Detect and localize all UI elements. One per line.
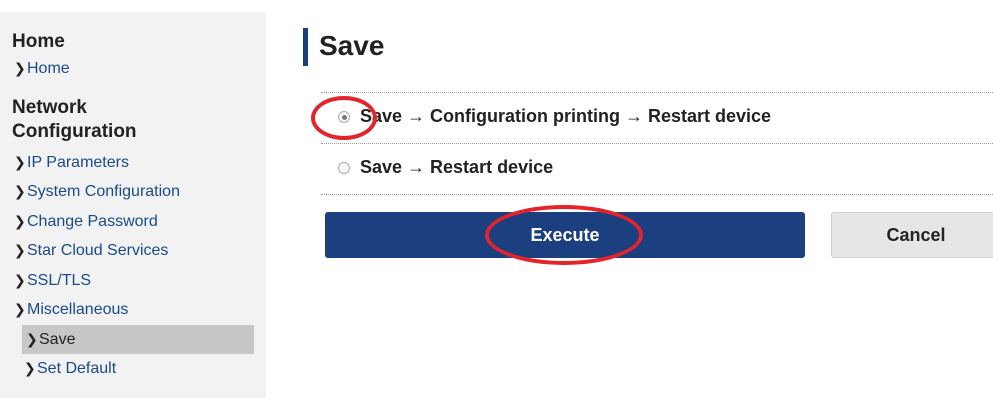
sidebar-item-ssl-tls[interactable]: ❯SSL/TLS — [12, 266, 250, 296]
radio-button-checked[interactable] — [338, 111, 350, 123]
sidebar-item-label: Set Default — [37, 360, 117, 377]
chevron-right-icon: ❯ — [14, 183, 26, 199]
chevron-right-icon: ❯ — [14, 271, 26, 288]
chevron-right-icon: ❯ — [14, 212, 26, 229]
nav-heading-network-configuration: Network Configuration — [12, 96, 137, 142]
chevron-right-icon: ❯ — [24, 360, 36, 376]
sidebar-item-set-default[interactable]: ❯Set Default — [22, 354, 250, 384]
page-title: Save — [319, 30, 385, 61]
sidebar-item-save[interactable]: ❯Save — [22, 324, 254, 354]
sidebar-item-label: Change Password — [27, 212, 158, 230]
sidebar-item-label: IP Parameters — [27, 153, 129, 171]
execute-button[interactable]: Execute — [325, 212, 805, 258]
sidebar-item-system-configuration[interactable]: ❯System Configuration — [12, 177, 250, 207]
sidebar-item-label: Miscellaneous — [27, 301, 129, 318]
chevron-right-icon: ❯ — [26, 330, 38, 347]
divider — [321, 92, 993, 93]
sidebar-item-home[interactable]: ❯Home — [12, 54, 250, 84]
sidebar-item-label: System Configuration — [27, 183, 180, 200]
radio-button-unchecked[interactable] — [338, 162, 350, 174]
sidebar-item-label: Home — [27, 60, 70, 77]
page: Home ❯Home Network Configuration ❯IP Par… — [0, 0, 993, 398]
sidebar-item-label: Save — [39, 330, 76, 348]
radio-option-label: Save → Configuration printing → Restart … — [360, 106, 772, 126]
sidebar-item-label: Star Cloud Services — [27, 242, 169, 259]
nav-heading-home: Home — [12, 31, 65, 52]
chevron-right-icon: ❯ — [14, 153, 26, 170]
divider — [321, 143, 993, 144]
radio-option-save-restart[interactable]: Save → Restart device — [338, 157, 553, 178]
radio-option-save-print-restart[interactable]: Save → Configuration printing → Restart … — [338, 106, 771, 127]
chevron-right-icon: ❯ — [14, 301, 26, 317]
sidebar-item-label: SSL/TLS — [27, 271, 92, 289]
chevron-right-icon: ❯ — [14, 60, 26, 76]
chevron-right-icon: ❯ — [14, 242, 26, 258]
sidebar-item-miscellaneous[interactable]: ❯Miscellaneous — [12, 295, 250, 325]
sidebar-item-star-cloud-services[interactable]: ❯Star Cloud Services — [12, 236, 250, 266]
divider — [321, 194, 993, 195]
sidebar-item-ip-parameters[interactable]: ❯IP Parameters — [12, 148, 250, 178]
sidebar-item-change-password[interactable]: ❯Change Password — [12, 207, 250, 237]
radio-option-label: Save → Restart device — [360, 157, 554, 177]
main-content: Save Save → Configuration printing → Res… — [303, 0, 993, 398]
sidebar: Home ❯Home Network Configuration ❯IP Par… — [0, 12, 266, 398]
title-accent-bar — [303, 28, 308, 66]
cancel-button[interactable]: Cancel — [831, 212, 993, 258]
